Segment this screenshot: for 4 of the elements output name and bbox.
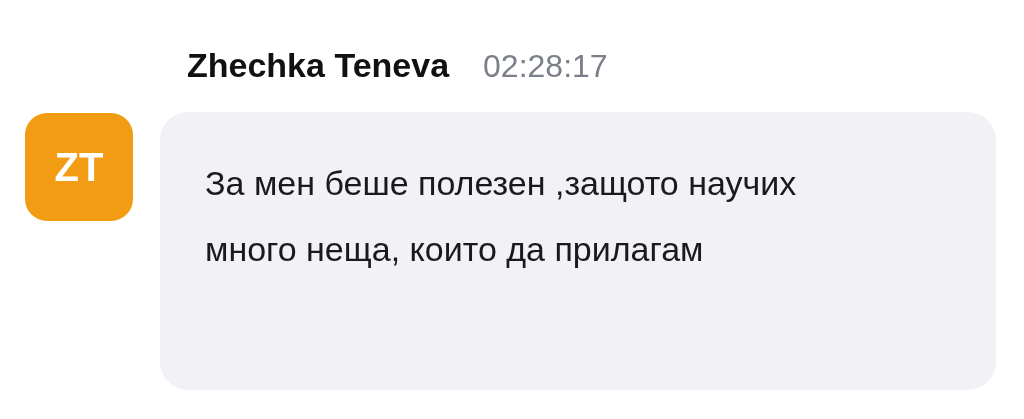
- message-time: 02:28:17: [483, 48, 608, 85]
- author-name: Zhechka Teneva: [187, 46, 450, 85]
- avatar: ZT: [25, 113, 133, 221]
- message-text: За мен беше полезен ,защото научих много неща, които да прилагам: [205, 163, 798, 270]
